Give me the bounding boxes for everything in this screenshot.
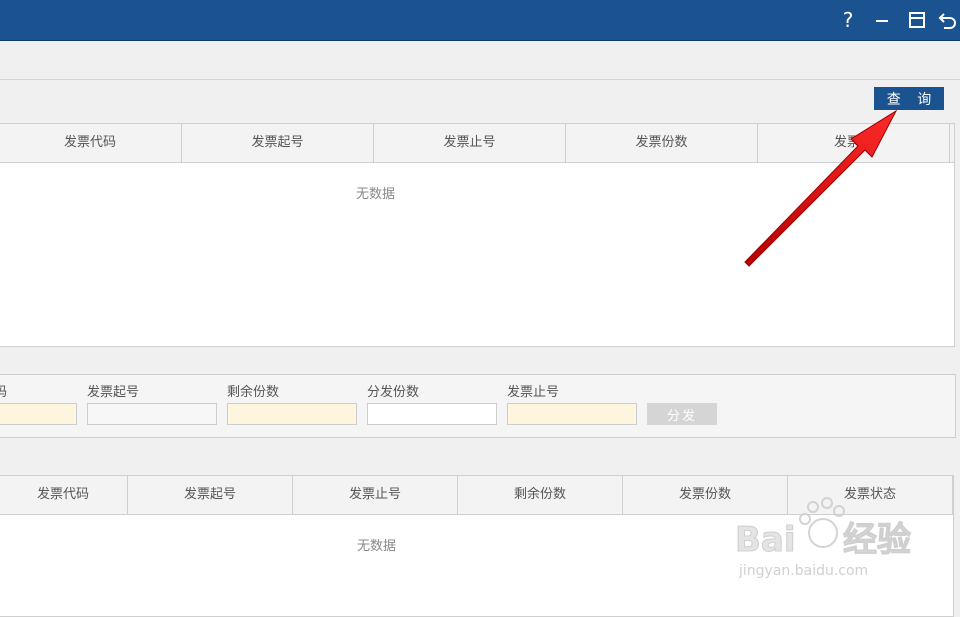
invoice-table: 发票代码 发票起号 发票止号 发票份数 发票状 无数据 [0, 123, 955, 347]
column-header[interactable]: 剩余份数 [458, 476, 623, 514]
column-header[interactable]: 发票止号 [374, 124, 566, 162]
query-button[interactable]: 查 询 [874, 87, 944, 110]
field-label-distribute-count: 分发份数 [367, 385, 420, 400]
empty-state-text: 无数据 [356, 187, 396, 202]
invoice-code-field[interactable] [0, 403, 77, 425]
field-label-start-number: 发票起号 [87, 385, 140, 400]
column-header[interactable]: 发票份数 [623, 476, 788, 514]
minimize-icon[interactable] [870, 8, 894, 32]
distributed-table-header: 发票代码 发票起号 发票止号 剩余份数 发票份数 发票状态 [0, 476, 953, 515]
field-label-code: 码 [0, 385, 8, 400]
column-header[interactable]: 发票状 [758, 124, 950, 162]
start-number-field[interactable] [87, 403, 217, 425]
column-header[interactable]: 发票代码 [0, 124, 182, 162]
distribute-count-field[interactable] [367, 403, 497, 425]
empty-state-text: 无数据 [357, 539, 397, 554]
toolbar [0, 41, 960, 80]
maximize-icon[interactable] [905, 8, 929, 32]
end-number-field[interactable] [507, 403, 637, 425]
remaining-count-field[interactable] [227, 403, 357, 425]
column-header[interactable]: 发票状态 [788, 476, 953, 514]
invoice-table-header: 发票代码 发票起号 发票止号 发票份数 发票状 [0, 124, 954, 163]
column-header[interactable]: 发票起号 [182, 124, 374, 162]
column-header[interactable]: 发票份数 [566, 124, 758, 162]
field-label-end-number: 发票止号 [507, 385, 560, 400]
column-header[interactable]: 发票起号 [128, 476, 293, 514]
title-bar [0, 0, 960, 41]
field-label-remaining: 剩余份数 [227, 385, 280, 400]
help-icon[interactable]: ? [836, 8, 860, 32]
column-header[interactable]: 发票止号 [293, 476, 458, 514]
back-icon[interactable] [936, 8, 960, 32]
distributed-table: 发票代码 发票起号 发票止号 剩余份数 发票份数 发票状态 无数据 [0, 475, 954, 617]
distribute-button[interactable]: 分发 [647, 403, 717, 425]
column-header[interactable]: 发票代码 [0, 476, 128, 514]
